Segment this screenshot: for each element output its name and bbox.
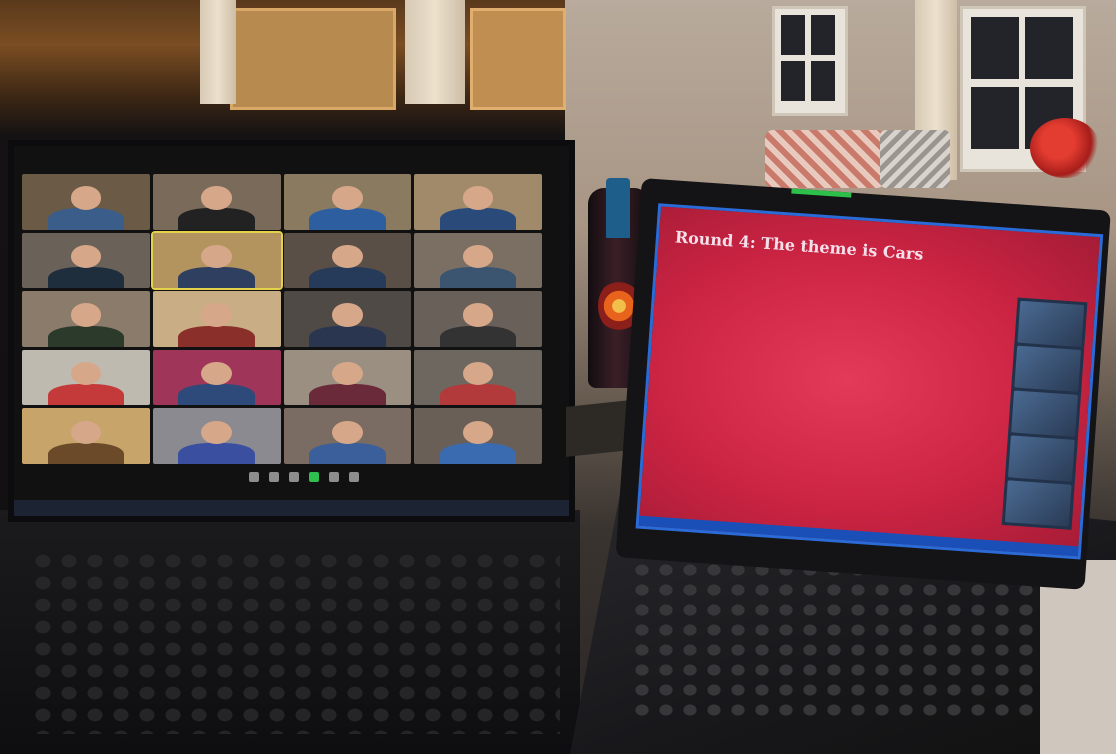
participant-tile[interactable]	[414, 291, 542, 347]
laptop-left-keyboard	[0, 510, 580, 754]
participant-thumbnail[interactable]	[1004, 480, 1072, 527]
record-icon[interactable]	[349, 472, 359, 482]
pillow	[765, 130, 885, 188]
curtain	[200, 0, 236, 104]
zoom-speaker-strip	[1001, 297, 1088, 530]
zoom-meeting-toolbar	[194, 468, 414, 486]
participant-tile[interactable]	[283, 291, 412, 347]
trivia-slide: Round 4: The theme is Cars	[635, 203, 1104, 560]
participant-tile[interactable]	[152, 349, 281, 406]
pillow	[880, 130, 950, 188]
participant-tile[interactable]	[283, 408, 412, 464]
participant-thumbnail[interactable]	[1017, 300, 1085, 348]
chat-icon[interactable]	[329, 472, 339, 482]
video-icon[interactable]	[269, 472, 279, 482]
share-screen-icon[interactable]	[309, 472, 319, 482]
zoom-gallery-view	[22, 174, 542, 464]
participant-tile[interactable]	[414, 349, 542, 406]
slide-title: Round 4: The theme is Cars	[674, 227, 924, 264]
mute-icon[interactable]	[249, 472, 259, 482]
participants-icon[interactable]	[289, 472, 299, 482]
participant-tile[interactable]	[152, 174, 281, 230]
participant-tile[interactable]	[22, 174, 150, 230]
table-edge	[1040, 560, 1116, 754]
participant-tile[interactable]	[152, 408, 281, 464]
participant-tile[interactable]	[283, 232, 412, 289]
participant-tile[interactable]	[152, 291, 281, 347]
curtain	[405, 0, 465, 104]
participant-tile-active-speaker[interactable]	[150, 230, 283, 291]
participant-tile[interactable]	[414, 408, 542, 464]
participant-tile[interactable]	[414, 232, 542, 289]
participant-thumbnail[interactable]	[1008, 435, 1075, 482]
windows-taskbar	[14, 500, 569, 516]
participant-tile[interactable]	[22, 232, 150, 289]
photo-scene: Round 4: The theme is Cars	[0, 0, 1116, 754]
participant-tile[interactable]	[22, 349, 150, 406]
participant-tile[interactable]	[283, 174, 412, 230]
participant-tile[interactable]	[22, 291, 150, 347]
participant-thumbnail[interactable]	[1014, 345, 1082, 392]
participant-tile[interactable]	[283, 349, 412, 406]
window-left-2	[470, 8, 566, 110]
participant-tile[interactable]	[22, 408, 150, 464]
participant-tile[interactable]	[414, 174, 542, 230]
laptop-left-screen	[8, 140, 575, 522]
window-left	[230, 8, 396, 110]
participant-thumbnail[interactable]	[1011, 390, 1078, 437]
window-right-1	[772, 6, 848, 116]
red-flowers	[1030, 118, 1100, 178]
laptop-right-screen: Round 4: The theme is Cars	[615, 178, 1111, 590]
